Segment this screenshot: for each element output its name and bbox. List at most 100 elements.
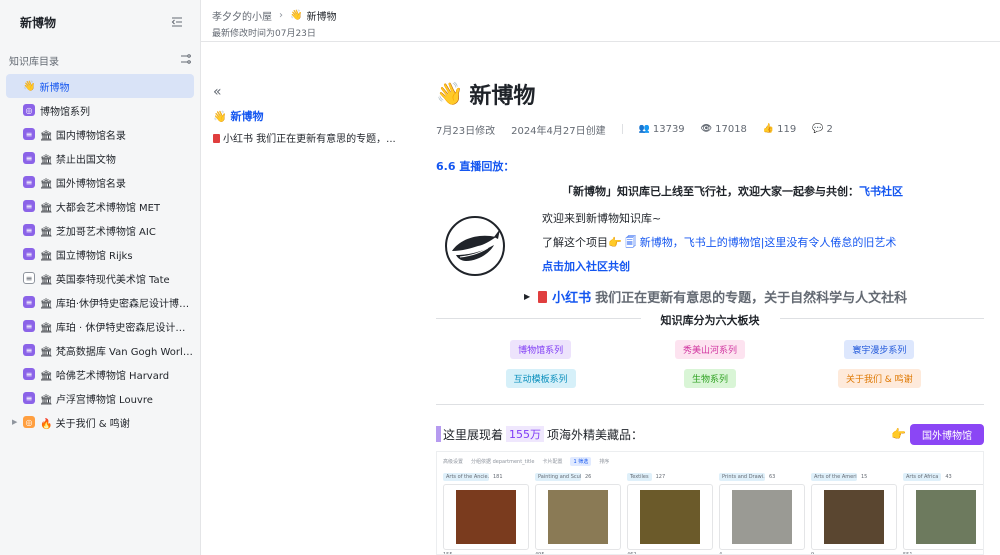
project-doc-link[interactable]: 新博物，飞书上的博物馆|这里没有令人倦怠的旧艺术	[640, 236, 897, 249]
gallery-toolbar-item: 高级设置	[443, 458, 464, 465]
purple-list-icon: ≡	[23, 128, 35, 140]
like-icon: 👍	[762, 124, 775, 134]
meta-divider	[621, 124, 623, 134]
artwork-thumbnail	[916, 490, 976, 544]
expand-caret-icon[interactable]: ▶	[12, 418, 17, 426]
catalog-settings-icon[interactable]	[180, 53, 192, 67]
breadcrumb-parent[interactable]: 孝夕夕的小屋	[212, 8, 272, 23]
foreign-museums-button[interactable]: 国外博物馆	[910, 423, 984, 445]
gallery-card[interactable]	[903, 484, 983, 550]
pointing-hand-icon: 👉	[891, 427, 906, 441]
gallery-column: Arts of the Ancie... 181 155	[443, 472, 529, 554]
sidebar-item-tate[interactable]: ≡ 🏛 英国泰特现代美术馆 Tate	[6, 266, 194, 290]
sidebar-item-xinbowu[interactable]: 👋 新博物	[6, 74, 194, 98]
sidebar-item-van-gogh[interactable]: ≡ 🏛 梵高数据库 Van Gogh Worldwide	[6, 338, 194, 362]
outline-item-xhs[interactable]: 小红书 我们正在更新有意思的专题，...	[213, 130, 403, 145]
sidebar-item-cooper-hewitt-2[interactable]: ≡ 🏛 库珀 · 休伊特史密森尼设计博物...	[6, 314, 194, 338]
purple-list-icon: ≡	[23, 224, 35, 236]
intro-block: 欢迎来到新博物知识库~ 了解这个项目👉 🗐 新博物，飞书上的博物馆|这里没有令人…	[436, 207, 984, 279]
live-replay-heading[interactable]: 6.6 直播回放：	[436, 158, 984, 174]
divider	[436, 404, 984, 405]
sidebar-item-met[interactable]: ≡ 🏛 大都会艺术博物馆 MET	[6, 194, 194, 218]
tag-template-series[interactable]: 互动模板系列	[505, 369, 576, 388]
doc-link-icon: 🗐	[625, 236, 640, 249]
welcome-text: 欢迎来到新博物知识库~	[542, 212, 662, 225]
sidebar-item-label: 🏛 梵高数据库 Van Gogh Worldwide	[40, 346, 194, 358]
sidebar-header: 新博物	[0, 0, 200, 44]
eye-icon: 👁	[700, 124, 713, 134]
gallery-card[interactable]	[627, 484, 713, 550]
whale-logo-icon	[445, 216, 505, 276]
comment-icon: 💬	[812, 124, 824, 134]
gallery-card[interactable]	[719, 484, 805, 550]
tag-landscape-series[interactable]: 秀美山河系列	[674, 340, 745, 359]
gallery-card[interactable]	[535, 484, 621, 550]
showcase-action: 👉 国外博物馆	[891, 423, 984, 445]
join-community-link[interactable]: 点击加入社区共创	[542, 255, 896, 279]
collapse-sidebar-icon[interactable]	[170, 15, 184, 29]
gallery-toolbar-item: 排序	[599, 458, 610, 465]
xhs-label: 小红书	[552, 291, 592, 306]
chevron-right-icon: ›	[279, 10, 283, 21]
wave-emoji-icon: 👋	[23, 80, 36, 92]
gallery-column-name: Prints and Drawi...	[719, 472, 765, 481]
tag-museum-series[interactable]: 博物馆系列	[510, 340, 572, 359]
sidebar-item-about-us[interactable]: ▶ ◎ 🔥 关于我们 & 鸣谢	[6, 410, 194, 434]
sidebar-item-label: 🏛 国立博物馆 Rijks	[40, 250, 133, 262]
doc-header: 孝夕夕的小屋 › 👋 新博物 最新修改时间为07月23日	[201, 0, 1000, 42]
gallery-card[interactable]	[811, 484, 897, 550]
gallery-toolbar-item: 分组依据 department_title	[471, 458, 535, 465]
meta-views-value: 17018	[715, 123, 747, 135]
tag-universe-series[interactable]: 寰宇漫步系列	[844, 340, 915, 359]
sidebar: 新博物 知识库目录 👋 新博物 ◎ 博物馆系列 ≡ 🏛 国内博物馆名录 ≡ 🏛 …	[0, 0, 201, 555]
meta-users: 👥 13739	[639, 124, 685, 135]
gallery-toolbar-item: 卡片配置	[542, 458, 563, 465]
sidebar-item-label: 🏛 大都会艺术博物馆 MET	[40, 202, 161, 214]
sidebar-title: 新博物	[20, 15, 57, 30]
sidebar-item-aic[interactable]: ≡ 🏛 芝加哥艺术博物馆 AIC	[6, 218, 194, 242]
showcase-line: 这里展现着 155万 项海外精美藏品： 👉 国外博物馆	[436, 423, 984, 445]
outline-item-title[interactable]: 👋 新博物	[213, 108, 403, 124]
gallery-column-count: 43	[945, 473, 952, 480]
xhs-toggle-block[interactable]: ▶ 小红书 我们正在更新有意思的专题，关于自然科学与人文社科	[436, 287, 984, 306]
meta-created: 2024年4月27日创建	[511, 125, 606, 137]
gallery-column-header: Arts of the Ancie... 181	[443, 472, 529, 481]
gallery-card[interactable]	[443, 484, 529, 550]
artwork-thumbnail	[824, 490, 884, 544]
intro-text: 欢迎来到新博物知识库~ 了解这个项目👉 🗐 新博物，飞书上的博物馆|这里没有令人…	[542, 207, 896, 279]
purple-list-icon: ≡	[23, 152, 35, 164]
purple-list-icon: ≡	[23, 296, 35, 308]
meta-comments[interactable]: 💬 2	[812, 124, 833, 135]
gallery-column: Textiles 127 462	[627, 472, 713, 554]
sidebar-section-header: 知识库目录	[0, 46, 200, 74]
feishu-community-link[interactable]: 飞书社区	[859, 185, 903, 198]
toggle-triangle-icon[interactable]: ▶	[524, 292, 530, 301]
collapse-outline-icon[interactable]: «	[213, 84, 403, 102]
sidebar-item-cooper-hewitt-1[interactable]: ≡ 🏛 库珀·休伊特史密森尼设计博物...	[6, 290, 194, 314]
sidebar-item-museum-series[interactable]: ◎ 博物馆系列	[6, 98, 194, 122]
tag-biology-series[interactable]: 生物系列	[683, 369, 736, 388]
doc-body: 👋 新博物 7月23日修改 2024年4月27日创建 👥 13739 👁 17018…	[436, 78, 984, 555]
artwork-thumbnail	[548, 490, 608, 544]
sidebar-tree: 👋 新博物 ◎ 博物馆系列 ≡ 🏛 国内博物馆名录 ≡ 🏛 禁止出国文物 ≡ 🏛…	[0, 74, 200, 434]
sidebar-item-louvre[interactable]: ≡ 🏛 卢浮宫博物馆 Louvre	[6, 386, 194, 410]
red-book-icon	[213, 134, 220, 143]
artwork-thumbnail	[732, 490, 792, 544]
app-window: 新博物 知识库目录 👋 新博物 ◎ 博物馆系列 ≡ 🏛 国内博物馆名录 ≡ 🏛 …	[0, 0, 1000, 555]
sidebar-item-harvard[interactable]: ≡ 🏛 哈佛艺术博物馆 Harvard	[6, 362, 194, 386]
artwork-thumbnail	[456, 490, 516, 544]
embedded-gallery-preview[interactable]: 高级设置 分组依据 department_title 卡片配置 1 筛选 排序 …	[436, 451, 984, 555]
sidebar-item-label: 🏛 国外博物馆名录	[40, 178, 126, 190]
learn-more-line: 了解这个项目👉 🗐 新博物，飞书上的博物馆|这里没有令人倦怠的旧艺术	[542, 231, 896, 255]
sidebar-item-banned-relics[interactable]: ≡ 🏛 禁止出国文物	[6, 146, 194, 170]
announcement: 「新博物」知识库已上线至飞行社，欢迎大家一起参与共创：飞书社区	[436, 183, 984, 199]
tag-about-us[interactable]: 关于我们 & 鸣谢	[837, 369, 921, 388]
breadcrumb-current: 新博物	[306, 12, 337, 23]
sidebar-item-foreign-museums[interactable]: ≡ 🏛 国外博物馆名录	[6, 170, 194, 194]
gallery-column-header: Textiles 127	[627, 472, 713, 481]
sidebar-item-domestic-museums[interactable]: ≡ 🏛 国内博物馆名录	[6, 122, 194, 146]
gallery-column: Painting and Scul...26495	[535, 472, 621, 554]
sidebar-item-rijks[interactable]: ≡ 🏛 国立博物馆 Rijks	[6, 242, 194, 266]
sidebar-item-label: 🏛 英国泰特现代美术馆 Tate	[40, 274, 170, 286]
meta-likes[interactable]: 👍 119	[763, 124, 796, 135]
